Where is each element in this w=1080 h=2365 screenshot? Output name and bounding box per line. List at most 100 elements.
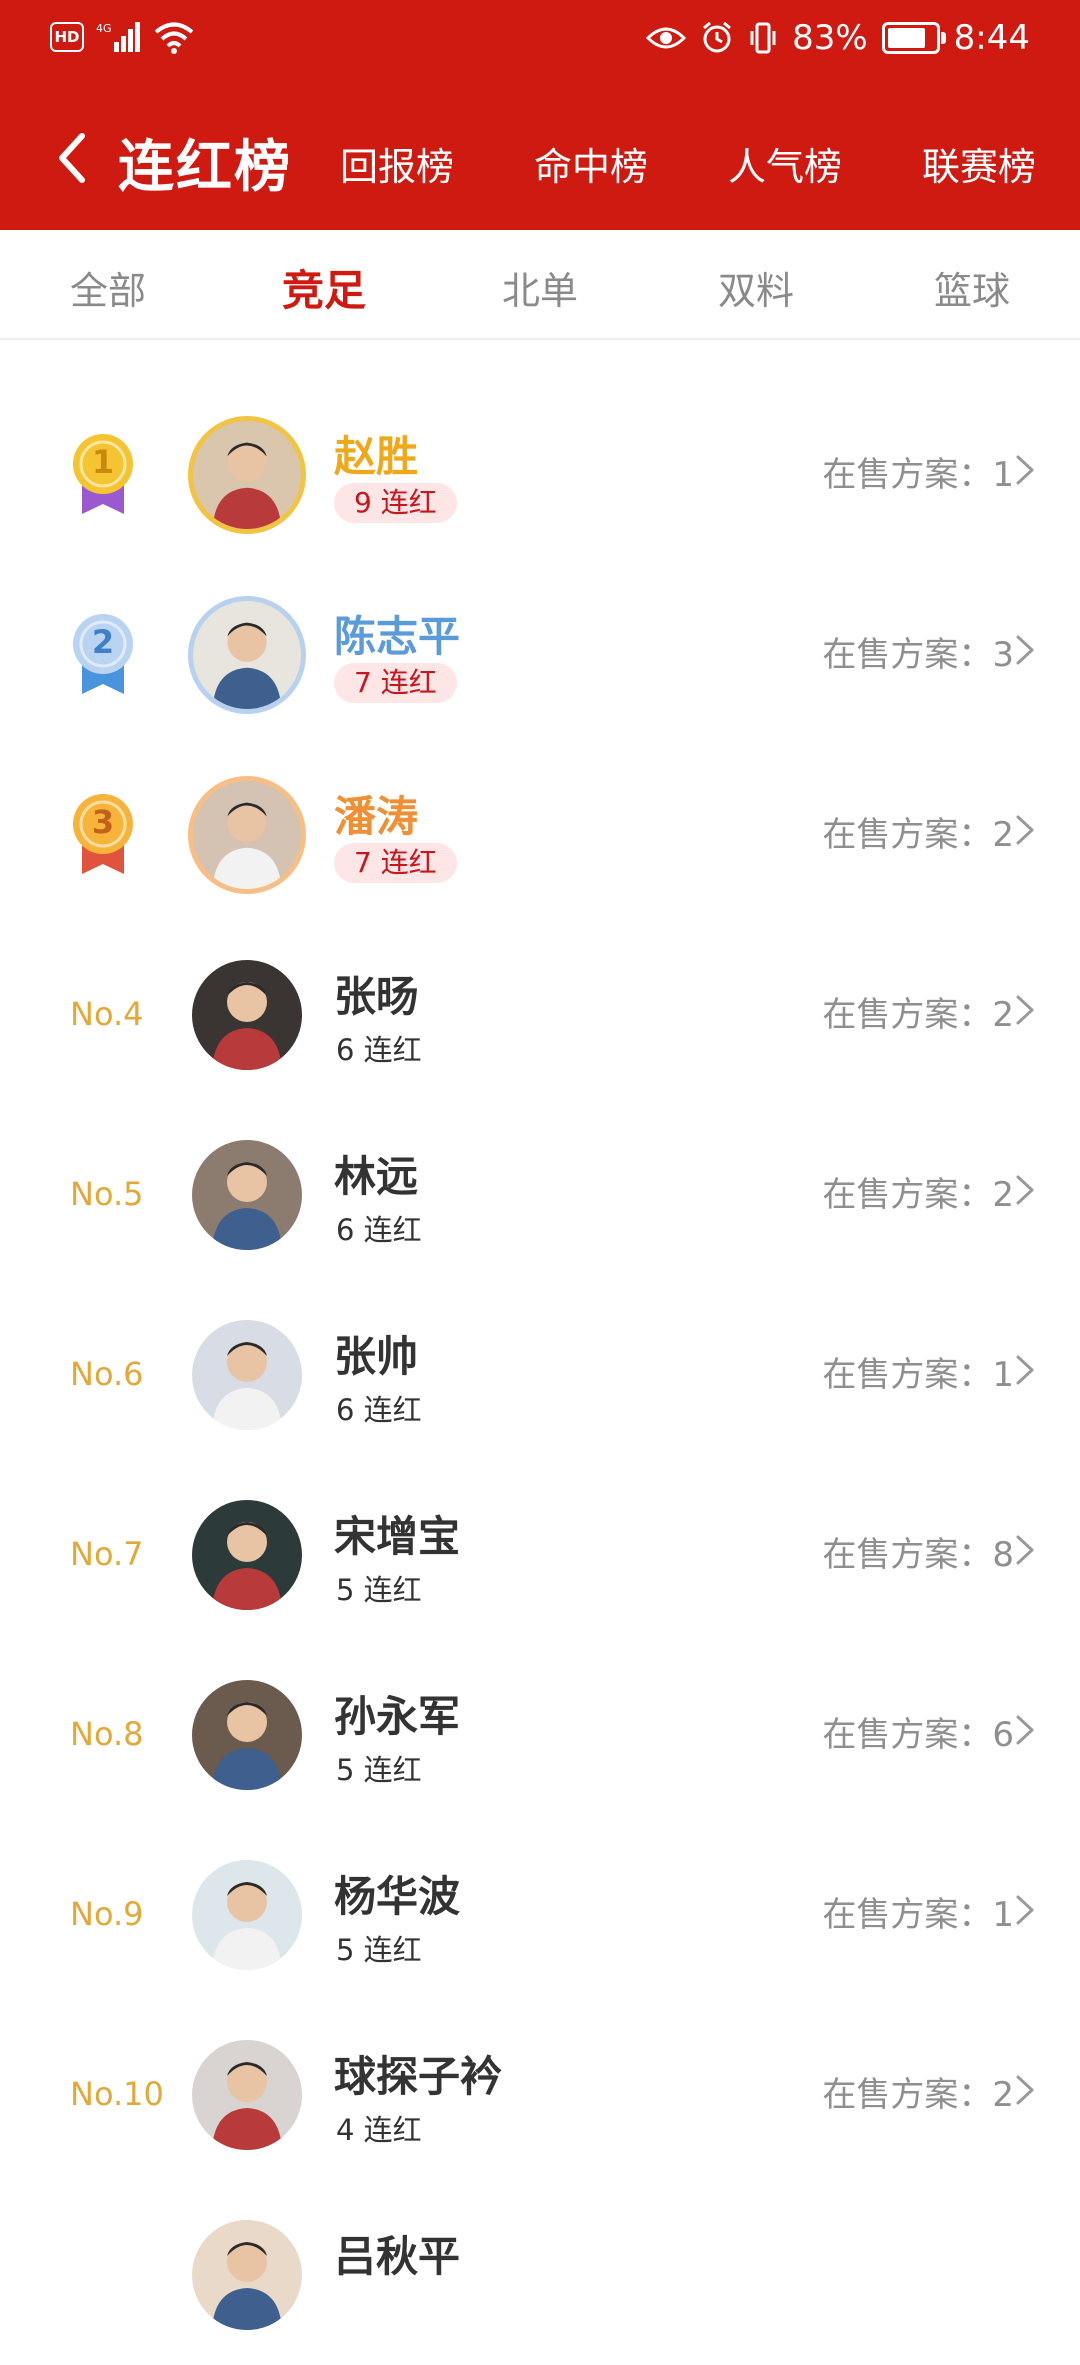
expert-name: 潘涛	[334, 792, 419, 841]
rank-number: No.7	[70, 1535, 144, 1573]
person-silhouette-icon	[212, 2242, 282, 2330]
streak-badge: 6 连红	[336, 1393, 422, 1427]
chevron-right-icon[interactable]	[1014, 1893, 1036, 1927]
avatar[interactable]	[192, 1320, 302, 1430]
on-sale-count: 在售方案：6	[822, 1707, 1014, 1756]
on-sale-label: 在售方案：	[822, 1895, 993, 1935]
on-sale-count: 在售方案：2	[822, 807, 1014, 856]
on-sale-label: 在售方案：	[822, 815, 993, 855]
on-sale-label: 在售方案：	[822, 1715, 993, 1755]
on-sale-count: 在售方案：3	[822, 627, 1014, 676]
chevron-right-icon[interactable]	[1014, 453, 1036, 487]
status-left: HD 4G	[50, 20, 194, 54]
avatar[interactable]	[192, 2040, 302, 2150]
on-sale-number: 2	[992, 1175, 1014, 1215]
app-header: HD 4G 83% 8:44 连红榜 回报榜 命中榜 人气榜 联赛榜	[0, 0, 1080, 230]
eye-icon	[646, 27, 687, 49]
chevron-right-icon[interactable]	[1014, 1713, 1036, 1747]
list-item[interactable]: No.10 球探子衿 4 连红 在售方案：2	[0, 2005, 1080, 2185]
list-item[interactable]: No.8 孙永军 5 连红 在售方案：6	[0, 1645, 1080, 1825]
avatar[interactable]	[192, 1140, 302, 1250]
list-item[interactable]: No.7 宋增宝 5 连红 在售方案：8	[0, 1465, 1080, 1645]
on-sale-number: 8	[992, 1535, 1014, 1575]
streak-badge: 7 连红	[334, 663, 457, 703]
tab-popularity-ranking[interactable]: 人气榜	[728, 136, 842, 191]
person-silhouette-icon	[212, 622, 282, 709]
chevron-right-icon[interactable]	[1014, 633, 1036, 667]
chevron-right-icon[interactable]	[1014, 1533, 1036, 1567]
chevron-right-icon[interactable]	[1014, 2073, 1036, 2107]
rank-number: No.5	[70, 1175, 144, 1213]
chevron-right-icon[interactable]	[1014, 813, 1036, 847]
avatar[interactable]	[192, 1860, 302, 1970]
on-sale-number: 1	[992, 1355, 1014, 1395]
person-silhouette-icon	[212, 1342, 282, 1430]
subtab-jingzu[interactable]: 竞足	[249, 257, 399, 318]
tab-league-ranking[interactable]: 联赛榜	[922, 136, 1036, 191]
medal-rank-number: 2	[91, 623, 115, 661]
rank-number: No.6	[70, 1355, 144, 1393]
on-sale-count: 在售方案：2	[822, 2067, 1014, 2116]
subtab-all[interactable]: 全部	[33, 260, 183, 315]
on-sale-number: 6	[992, 1715, 1014, 1755]
on-sale-label: 在售方案：	[822, 2075, 993, 2115]
chevron-right-icon[interactable]	[1014, 1353, 1036, 1387]
on-sale-number: 2	[992, 2075, 1014, 2115]
person-silhouette-icon	[212, 2062, 282, 2150]
on-sale-number: 2	[992, 815, 1014, 855]
subtab-shuangliao[interactable]: 双料	[681, 260, 831, 315]
avatar[interactable]	[192, 2220, 302, 2330]
on-sale-label: 在售方案：	[822, 1175, 993, 1215]
battery-percent: 83%	[792, 18, 868, 58]
on-sale-label: 在售方案：	[822, 995, 993, 1035]
tab-hit-ranking[interactable]: 命中榜	[534, 136, 648, 191]
clock: 8:44	[953, 18, 1030, 58]
on-sale-label: 在售方案：	[822, 1355, 993, 1395]
list-item[interactable]: No.5 林远 6 连红 在售方案：2	[0, 1105, 1080, 1285]
list-item[interactable]: 3 潘涛 7 连红 在售方案：2	[0, 745, 1080, 925]
expert-name: 赵胜	[334, 432, 419, 481]
on-sale-count: 在售方案：8	[822, 1527, 1014, 1576]
chevron-right-icon[interactable]	[1014, 1173, 1036, 1207]
expert-name: 杨华波	[334, 1872, 461, 1921]
status-bar: HD 4G 83% 8:44	[0, 0, 1080, 80]
avatar[interactable]	[188, 776, 306, 894]
avatar[interactable]	[192, 960, 302, 1070]
avatar[interactable]	[188, 416, 306, 534]
person-silhouette-icon	[212, 442, 282, 529]
list-item[interactable]: 吕秋平	[0, 2185, 1080, 2365]
medal-rank-number: 3	[91, 803, 115, 841]
page-title: 连红榜	[118, 135, 292, 200]
tab-return-ranking[interactable]: 回报榜	[340, 136, 454, 191]
subtab-basketball[interactable]: 篮球	[897, 260, 1047, 315]
streak-badge: 5 连红	[336, 1573, 422, 1607]
rank-number: No.8	[70, 1715, 144, 1753]
on-sale-count: 在售方案：2	[822, 1167, 1014, 1216]
on-sale-label: 在售方案：	[822, 455, 993, 495]
streak-badge: 6 连红	[336, 1213, 422, 1247]
nav-bar: 连红榜 回报榜 命中榜 人气榜 联赛榜	[0, 110, 1080, 200]
signal-icon: 4G	[96, 22, 140, 52]
person-silhouette-icon	[212, 1162, 282, 1250]
category-tabs: 全部 竞足 北单 双料 篮球	[0, 230, 1080, 340]
alarm-icon	[703, 21, 732, 53]
list-item[interactable]: No.4 张旸 6 连红 在售方案：2	[0, 925, 1080, 1105]
chevron-right-icon[interactable]	[1014, 993, 1036, 1027]
expert-name: 陈志平	[334, 612, 461, 661]
back-arrow-icon[interactable]	[48, 128, 98, 188]
list-item[interactable]: 2 陈志平 7 连红 在售方案：3	[0, 565, 1080, 745]
medal-rank-number: 1	[91, 443, 115, 481]
expert-name: 张帅	[334, 1332, 419, 1381]
avatar[interactable]	[188, 596, 306, 714]
on-sale-number: 1	[992, 455, 1014, 495]
on-sale-number: 2	[992, 995, 1014, 1035]
list-item[interactable]: No.9 杨华波 5 连红 在售方案：1	[0, 1825, 1080, 2005]
streak-badge: 4 连红	[336, 2113, 422, 2147]
list-item[interactable]: 1 赵胜 9 连红 在售方案：1	[0, 385, 1080, 565]
expert-name: 吕秋平	[334, 2232, 461, 2281]
subtab-beidan[interactable]: 北单	[465, 260, 615, 315]
streak-badge: 5 连红	[336, 1753, 422, 1787]
avatar[interactable]	[192, 1680, 302, 1790]
list-item[interactable]: No.6 张帅 6 连红 在售方案：1	[0, 1285, 1080, 1465]
avatar[interactable]	[192, 1500, 302, 1610]
